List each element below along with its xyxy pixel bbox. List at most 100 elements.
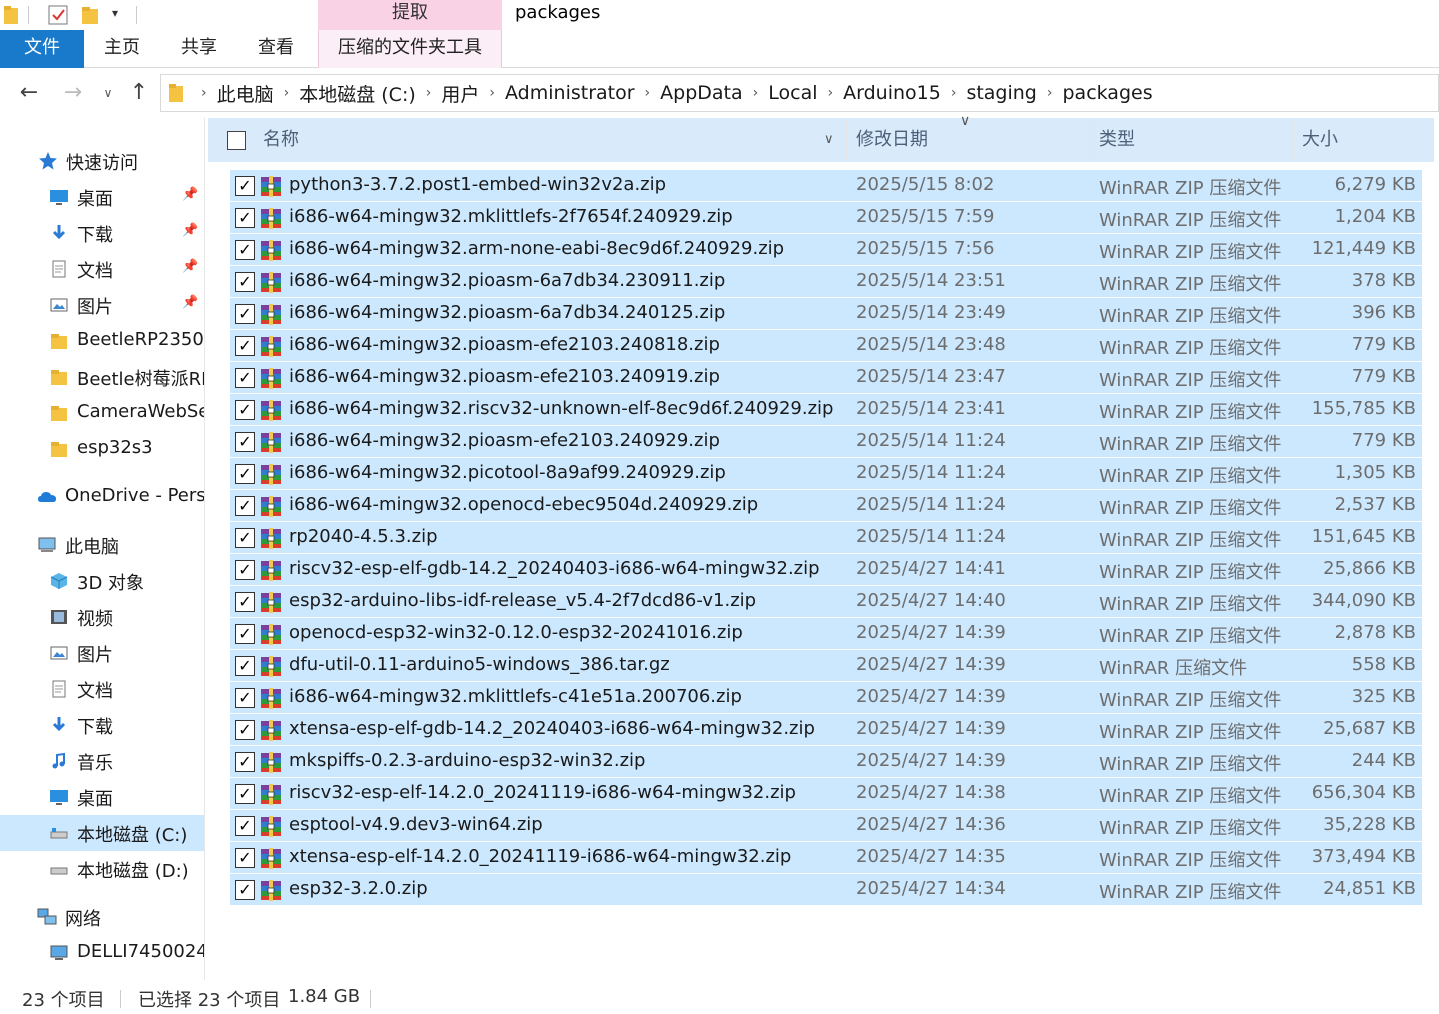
sidebar-item[interactable]: 网络 [0,899,204,935]
row-checkbox[interactable]: ✓ [235,432,255,452]
row-checkbox[interactable]: ✓ [235,880,255,900]
breadcrumb-chevron-icon[interactable]: › [645,85,651,101]
file-name[interactable]: esp32-arduino-libs-idf-release_v5.4-2f7d… [289,590,756,611]
sidebar-item[interactable]: esp32s3 [0,431,204,467]
new-folder-icon[interactable] [82,6,98,24]
row-checkbox[interactable]: ✓ [235,592,255,612]
file-name[interactable]: i686-w64-mingw32.picotool-8a9af99.240929… [289,462,726,483]
file-name[interactable]: dfu-util-0.11-arduino5-windows_386.tar.g… [289,654,670,675]
row-checkbox[interactable]: ✓ [235,208,255,228]
table-row[interactable]: ✓ mkspiffs-0.2.3-arduino-esp32-win32.zip 2… [230,746,1422,777]
column-header-type[interactable]: 类型 [1099,118,1289,162]
table-row[interactable]: ✓ esptool-v4.9.dev3-win64.zip 2025/4/27 14… [230,810,1422,841]
table-row[interactable]: ✓ i686-w64-mingw32.openocd-ebec9504d.2409… [230,490,1422,521]
column-header-name[interactable]: 名称 [263,118,823,162]
row-checkbox[interactable]: ✓ [235,464,255,484]
breadcrumb-chevron-icon[interactable]: › [951,85,957,101]
breadcrumb-chevron-icon[interactable]: › [753,85,759,101]
column-divider[interactable] [1292,120,1293,160]
table-row[interactable]: ✓ i686-w64-mingw32.pioasm-6a7db34.230911.… [230,266,1422,297]
address-bar[interactable]: › 此电脑 › 本地磁盘 (C:) › 用户 › Administrator › AppData ›… [160,74,1439,112]
sidebar-item[interactable]: 图片 📌 [0,287,204,323]
row-checkbox[interactable]: ✓ [235,688,255,708]
customize-toolbar-dropdown[interactable]: ▾ [112,6,118,20]
file-name[interactable]: riscv32-esp-elf-14.2.0_20241119-i686-w64… [289,782,796,803]
sidebar-item[interactable]: 文档 [0,671,204,707]
breadcrumb-item[interactable]: AppData [660,82,743,104]
tab-view[interactable]: 查看 [240,30,312,68]
table-row[interactable]: ✓ i686-w64-mingw32.arm-none-eabi-8ec9d6f.… [230,234,1422,265]
sidebar-item[interactable]: 文档 📌 [0,251,204,287]
sidebar-item[interactable]: 音乐 [0,743,204,779]
breadcrumb-item[interactable]: 本地磁盘 (C:) [299,80,416,107]
breadcrumb-item[interactable]: Arduino15 [843,82,941,104]
sidebar-item[interactable]: 本地磁盘 (D:) [0,851,204,887]
file-name[interactable]: i686-w64-mingw32.pioasm-6a7db34.240125.z… [289,302,725,323]
table-row[interactable]: ✓ i686-w64-mingw32.mklittlefs-c41e51a.200… [230,682,1422,713]
breadcrumb-item[interactable]: Local [768,82,817,104]
column-header-size[interactable]: 大小 [1302,118,1422,162]
file-name[interactable]: i686-w64-mingw32.mklittlefs-c41e51a.2007… [289,686,742,707]
sidebar-item[interactable]: Beetle树莓派RP [0,359,204,395]
table-row[interactable]: ✓ i686-w64-mingw32.pioasm-efe2103.240818.… [230,330,1422,361]
table-row[interactable]: ✓ esp32-arduino-libs-idf-release_v5.4-2f7… [230,586,1422,617]
recent-locations-dropdown[interactable]: ∨ [98,78,118,108]
breadcrumb-item[interactable]: packages [1062,82,1152,104]
sidebar-item[interactable]: DELLI7450024 [0,935,204,971]
row-checkbox[interactable]: ✓ [235,240,255,260]
row-checkbox[interactable]: ✓ [235,848,255,868]
table-row[interactable]: ✓ i686-w64-mingw32.pioasm-efe2103.240929.… [230,426,1422,457]
sidebar-item[interactable]: BeetleRP2350p [0,323,204,359]
back-button[interactable]: ← [14,78,44,108]
sidebar-item[interactable]: 图片 [0,635,204,671]
select-all-checkbox[interactable] [227,131,246,150]
breadcrumb-item[interactable]: Administrator [505,82,635,104]
sidebar-item[interactable]: 下载 [0,707,204,743]
sidebar-item[interactable]: OneDrive - Perso [0,479,204,515]
sidebar-item[interactable]: CameraWebSe [0,395,204,431]
row-checkbox[interactable]: ✓ [235,272,255,292]
table-row[interactable]: ✓ python3-3.7.2.post1-embed-win32v2a.zip 2… [230,170,1422,201]
file-name[interactable]: python3-3.7.2.post1-embed-win32v2a.zip [289,174,666,195]
row-checkbox[interactable]: ✓ [235,720,255,740]
quick-access-folder-icon[interactable] [4,6,18,24]
row-checkbox[interactable]: ✓ [235,784,255,804]
file-name[interactable]: openocd-esp32-win32-0.12.0-esp32-2024101… [289,622,743,643]
row-checkbox[interactable]: ✓ [235,560,255,580]
sidebar-item[interactable]: 桌面 [0,779,204,815]
file-name[interactable]: i686-w64-mingw32.openocd-ebec9504d.24092… [289,494,758,515]
table-row[interactable]: ✓ i686-w64-mingw32.pioasm-6a7db34.240125.… [230,298,1422,329]
breadcrumb-chevron-icon[interactable]: › [1047,85,1053,101]
breadcrumb-item[interactable]: 此电脑 [217,80,274,107]
sidebar-item[interactable]: 本地磁盘 (C:) [0,815,204,851]
properties-icon[interactable] [48,5,68,25]
breadcrumb-item[interactable]: 用户 [441,80,479,107]
column-divider[interactable] [1089,120,1090,160]
table-row[interactable]: ✓ i686-w64-mingw32.mklittlefs-2f7654f.240… [230,202,1422,233]
file-name[interactable]: i686-w64-mingw32.mklittlefs-2f7654f.2409… [289,206,733,227]
row-checkbox[interactable]: ✓ [235,752,255,772]
sidebar-item[interactable]: 此电脑 [0,527,204,563]
breadcrumb-chevron-icon[interactable]: › [201,85,207,101]
tab-compressed-folder-tools[interactable]: 压缩的文件夹工具 [318,30,502,68]
file-name[interactable]: i686-w64-mingw32.pioasm-efe2103.240919.z… [289,366,720,387]
row-checkbox[interactable]: ✓ [235,368,255,388]
tab-home[interactable]: 主页 [88,30,156,68]
table-row[interactable]: ✓ rp2040-4.5.3.zip 2025/5/14 11:24 WinRAR Z… [230,522,1422,553]
sidebar-item[interactable]: 桌面 📌 [0,179,204,215]
row-checkbox[interactable]: ✓ [235,656,255,676]
table-row[interactable]: ✓ i686-w64-mingw32.picotool-8a9af99.24092… [230,458,1422,489]
file-name[interactable]: mkspiffs-0.2.3-arduino-esp32-win32.zip [289,750,645,771]
sidebar-item[interactable]: 快速访问 [0,143,204,179]
table-row[interactable]: ✓ i686-w64-mingw32.riscv32-unknown-elf-8e… [230,394,1422,425]
row-checkbox[interactable]: ✓ [235,496,255,516]
file-name[interactable]: i686-w64-mingw32.arm-none-eabi-8ec9d6f.2… [289,238,784,259]
sidebar-item[interactable]: 3D 对象 [0,563,204,599]
row-checkbox[interactable]: ✓ [235,624,255,644]
table-row[interactable]: ✓ xtensa-esp-elf-gdb-14.2_20240403-i686-w… [230,714,1422,745]
file-name[interactable]: esp32-3.2.0.zip [289,878,428,899]
sidebar-item[interactable]: 下载 📌 [0,215,204,251]
breadcrumb-item[interactable]: staging [966,82,1036,104]
row-checkbox[interactable]: ✓ [235,528,255,548]
table-row[interactable]: ✓ dfu-util-0.11-arduino5-windows_386.tar.… [230,650,1422,681]
